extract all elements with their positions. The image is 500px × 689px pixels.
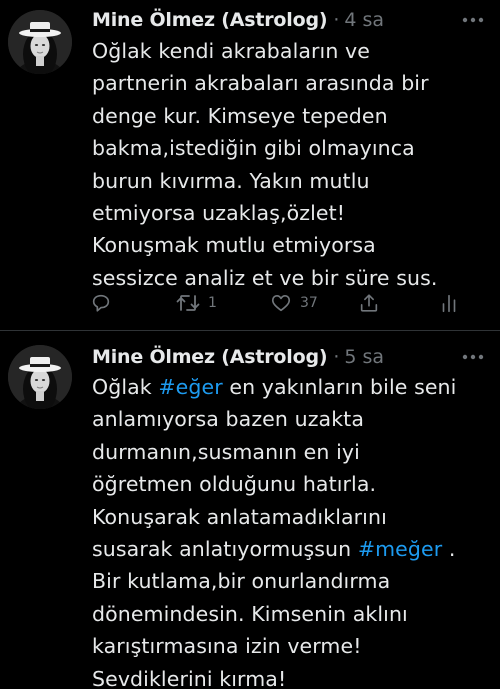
- tweet-text: Oğlak kendi akrabaların ve partnerin akr…: [92, 35, 492, 294]
- tweet-text-line: Bir kutlama,bir onurlandırma: [92, 569, 391, 594]
- tweet-text-line: etmiyorsa uzaklaş,özlet!: [92, 201, 346, 226]
- hashtag-link[interactable]: #eğer: [158, 375, 222, 399]
- retweet-arrows-icon: [176, 295, 200, 311]
- tweet-text-line: anlamıyorsa bazen uzakta: [92, 407, 364, 432]
- hashtag-link[interactable]: #meğer: [358, 537, 442, 561]
- heart-icon: [271, 295, 291, 312]
- retweet-button[interactable]: 1: [176, 288, 217, 318]
- text-segment: .: [442, 537, 456, 562]
- timestamp[interactable]: 4 sa: [344, 9, 384, 31]
- reply-button[interactable]: [90, 288, 112, 318]
- tweet-text-line: Oğlak #eğer en yakınların bile seni: [92, 371, 492, 403]
- author-name[interactable]: Mine Ölmez (Astrolog): [92, 346, 328, 368]
- tweet-header: Mine Ölmez (Astrolog) · 4 sa: [92, 7, 486, 33]
- avatar[interactable]: [8, 345, 72, 409]
- timestamp[interactable]: 5 sa: [344, 346, 384, 368]
- separator-dot: ·: [333, 346, 340, 368]
- share-button[interactable]: [358, 288, 380, 318]
- tweet-text-line: susarak anlatıyormuşsun #meğer .: [92, 533, 492, 565]
- tweet-text-line: burun kıvırma. Yakın mutlu: [92, 168, 370, 193]
- tweet-text-line: partnerin akrabaları arasında bir: [92, 71, 429, 96]
- like-count: 37: [300, 295, 318, 311]
- tweet-actions: 1 37: [84, 288, 484, 318]
- tweet-text-line: karıştırmasına izin verme!: [92, 634, 362, 659]
- tweet-text-line: dönemindesin. Kimsenin aklını: [92, 601, 408, 626]
- tweet-text-line: bakma,istediğin gibi olmayınca: [92, 136, 415, 161]
- tweet-header: Mine Ölmez (Astrolog) · 5 sa: [92, 344, 486, 370]
- ellipsis-icon[interactable]: [460, 344, 486, 370]
- separator-dot: ·: [333, 9, 340, 31]
- analytics-button[interactable]: [438, 288, 460, 318]
- text-segment: Oğlak: [92, 375, 159, 399]
- tweet-text-line: Konuşarak anlatamadıklarını: [92, 504, 387, 529]
- tweet-text-line: öğretmen olduğunu hatırla.: [92, 472, 377, 497]
- text-segment: en yakınların bile seni: [222, 375, 457, 399]
- tweet-text: Oğlak #eğer en yakınların bile seni anla…: [92, 371, 492, 689]
- tweet-text-line: Sevdiklerini kırma!: [92, 666, 287, 689]
- ellipsis-icon[interactable]: [460, 7, 486, 33]
- avatar[interactable]: [8, 10, 72, 74]
- author-name[interactable]: Mine Ölmez (Astrolog): [92, 9, 328, 31]
- tweet[interactable]: Mine Ölmez (Astrolog) · 5 sa Oğlak #eğer…: [0, 331, 500, 689]
- like-button[interactable]: 37: [270, 288, 318, 318]
- bar-chart-icon: [442, 294, 456, 313]
- text-segment: susarak anlatıyormuşsun: [92, 537, 358, 562]
- avatar-photo: [8, 10, 72, 74]
- tweet[interactable]: Mine Ölmez (Astrolog) · 4 sa Oğlak kendi…: [0, 0, 500, 331]
- tweet-text-line: Oğlak kendi akrabaların ve: [92, 39, 370, 63]
- share-upload-icon: [360, 294, 378, 312]
- tweet-text-line: denge kur. Kimseye tepeden: [92, 103, 388, 128]
- speech-bubble-icon: [92, 294, 110, 312]
- avatar-photo: [8, 345, 72, 409]
- retweet-count: 1: [208, 295, 217, 311]
- tweet-text-line: Konuşmak mutlu etmiyorsa: [92, 233, 376, 258]
- tweet-text-line: durmanın,susmanın en iyi: [92, 439, 360, 464]
